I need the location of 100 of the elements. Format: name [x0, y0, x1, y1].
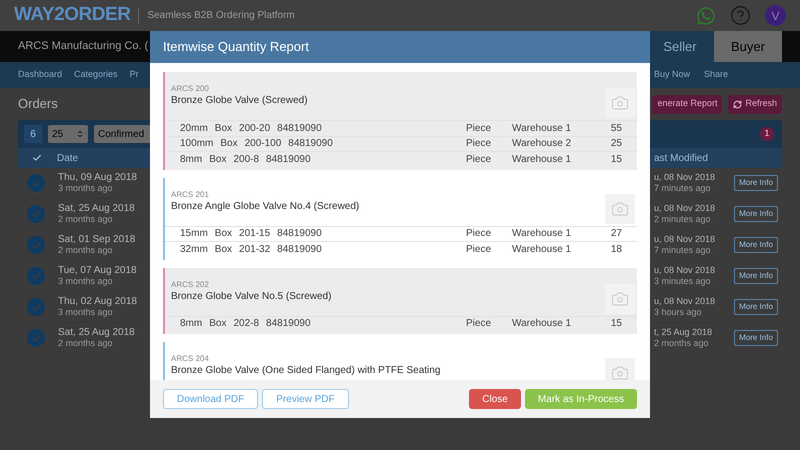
item-name: Bronze Globe Valve (One Sided Flanged) with PTFE Seating [171, 364, 442, 377]
nav-link[interactable]: Pr [130, 68, 139, 82]
item-warehouse: Warehouse 1 [512, 317, 572, 332]
more-info-button[interactable]: More Info [734, 268, 778, 284]
item-name: Bronze Angle Globe Valve No.4 (Screwed) [171, 200, 360, 212]
item-hsn: 84819090 [277, 227, 322, 242]
order-date: Sat, 25 Aug 2018 [58, 203, 135, 214]
more-info-button[interactable]: More Info [734, 299, 778, 315]
item-sku: 200-100 [244, 137, 282, 152]
caret-icon [76, 130, 84, 138]
refresh-icon [733, 100, 742, 108]
column-header: Date [57, 152, 78, 166]
item-sku: 201-15 [239, 227, 270, 242]
item-hsn: 84819090 [277, 122, 322, 136]
refresh-button[interactable]: Refresh [728, 94, 782, 114]
modified-age: 2 months ago [654, 338, 710, 349]
item-quantity: 15 [610, 317, 622, 332]
item-hsn: 84819090 [288, 137, 333, 152]
item-unit: Piece [466, 242, 492, 257]
item-pack: Box [214, 242, 232, 257]
page-title: Orders [18, 95, 58, 114]
camera-icon [611, 200, 629, 218]
item-quantity: 27 [610, 227, 622, 242]
more-info-button[interactable]: More Info [734, 175, 778, 191]
more-info-button[interactable]: More Info [734, 330, 778, 346]
modified-age: 2 minutes ago [654, 214, 712, 225]
whatsapp-icon[interactable] [696, 6, 716, 26]
item-name: Bronze Globe Valve (Screwed) [171, 94, 309, 107]
item-pack: Box [220, 137, 238, 152]
more-info-button[interactable]: More Info [734, 206, 778, 222]
item-unit: Piece [466, 152, 492, 167]
item-pack: Box [214, 227, 232, 242]
modified-date: u, 08 Nov 2018 [654, 234, 716, 245]
item-hsn: 84819090 [266, 317, 311, 332]
help-icon[interactable] [730, 5, 751, 26]
check-icon [32, 153, 42, 163]
dialog-button[interactable]: Preview PDF [262, 389, 349, 409]
modified-age: 3 hours ago [654, 307, 703, 318]
item-pack: Box [209, 317, 226, 332]
nav-link[interactable]: Dashboard [18, 68, 62, 82]
order-age: 3 months ago [58, 276, 114, 287]
user-avatar[interactable]: V [765, 5, 786, 26]
item-code: ARCS 201 [171, 190, 210, 200]
camera-icon [611, 94, 629, 112]
column-header: ast Modified [654, 152, 709, 166]
order-age: 2 months ago [58, 245, 114, 256]
dialog-button[interactable]: Close [469, 389, 521, 409]
camera-icon [611, 364, 629, 380]
nav-link[interactable]: Share [704, 68, 728, 82]
item-pack: Box [214, 122, 232, 136]
item-size: 8mm [180, 152, 202, 167]
page-size-select[interactable]: 25 [48, 125, 88, 143]
report-button[interactable]: enerate Report [652, 94, 722, 114]
item-warehouse: Warehouse 1 [512, 152, 572, 167]
order-age: 3 months ago [58, 307, 114, 318]
modified-date: u, 08 Nov 2018 [654, 265, 716, 276]
modified-age: 7 minutes ago [654, 183, 712, 194]
order-age: 3 months ago [58, 183, 114, 194]
nav-link[interactable]: Categories [74, 68, 118, 82]
item-sku: 202-8 [233, 317, 260, 332]
item-code: ARCS 204 [171, 354, 210, 364]
role-tab[interactable]: Buyer [714, 31, 782, 62]
dialog-title: Itemwise Quantity Report [163, 38, 309, 56]
item-size: 15mm [180, 227, 208, 242]
item-pack: Box [209, 152, 226, 167]
company-name: ARCS Manufacturing Co. ( [18, 39, 148, 54]
dialog-button[interactable]: Download PDF [163, 389, 258, 409]
notification-badge: 1 [760, 127, 774, 141]
item-size: 100mm [180, 137, 214, 152]
item-size: 20mm [180, 122, 208, 136]
modified-age: 3 minutes ago [654, 276, 712, 287]
camera-icon [611, 290, 629, 308]
order-date: Sat, 25 Aug 2018 [58, 327, 135, 338]
item-unit: Piece [466, 317, 492, 332]
modified-date: u, 08 Nov 2018 [654, 296, 716, 307]
modified-date: u, 08 Nov 2018 [654, 203, 716, 214]
item-warehouse: Warehouse 1 [512, 227, 572, 242]
item-name: Bronze Globe Valve No.5 (Screwed) [171, 290, 332, 302]
count-badge: 6 [24, 125, 42, 143]
more-info-button[interactable]: More Info [734, 237, 778, 253]
nav-link[interactable]: Buy Now [654, 68, 690, 82]
item-quantity: 15 [610, 152, 622, 167]
item-quantity: 25 [610, 137, 622, 152]
item-hsn: 84819090 [277, 242, 322, 257]
item-sku: 200-8 [233, 152, 260, 167]
item-warehouse: Warehouse 1 [512, 242, 572, 257]
order-age: 2 months ago [58, 338, 114, 349]
modified-date: t, 25 Aug 2018 [654, 327, 714, 338]
item-hsn: 84819090 [266, 152, 311, 167]
logo: WAY2ORDER [14, 3, 130, 28]
order-date: Sat, 01 Sep 2018 [58, 234, 136, 245]
tagline: Seamless B2B Ordering Platform [147, 9, 295, 23]
item-size: 8mm [180, 317, 202, 332]
item-warehouse: Warehouse 2 [512, 137, 572, 152]
item-unit: Piece [466, 137, 492, 152]
modified-age: 7 minutes ago [654, 245, 712, 256]
item-warehouse: Warehouse 1 [512, 122, 572, 136]
modified-date: u, 08 Nov 2018 [654, 172, 716, 183]
item-code: ARCS 202 [171, 280, 210, 290]
order-date: Tue, 07 Aug 2018 [58, 265, 137, 276]
